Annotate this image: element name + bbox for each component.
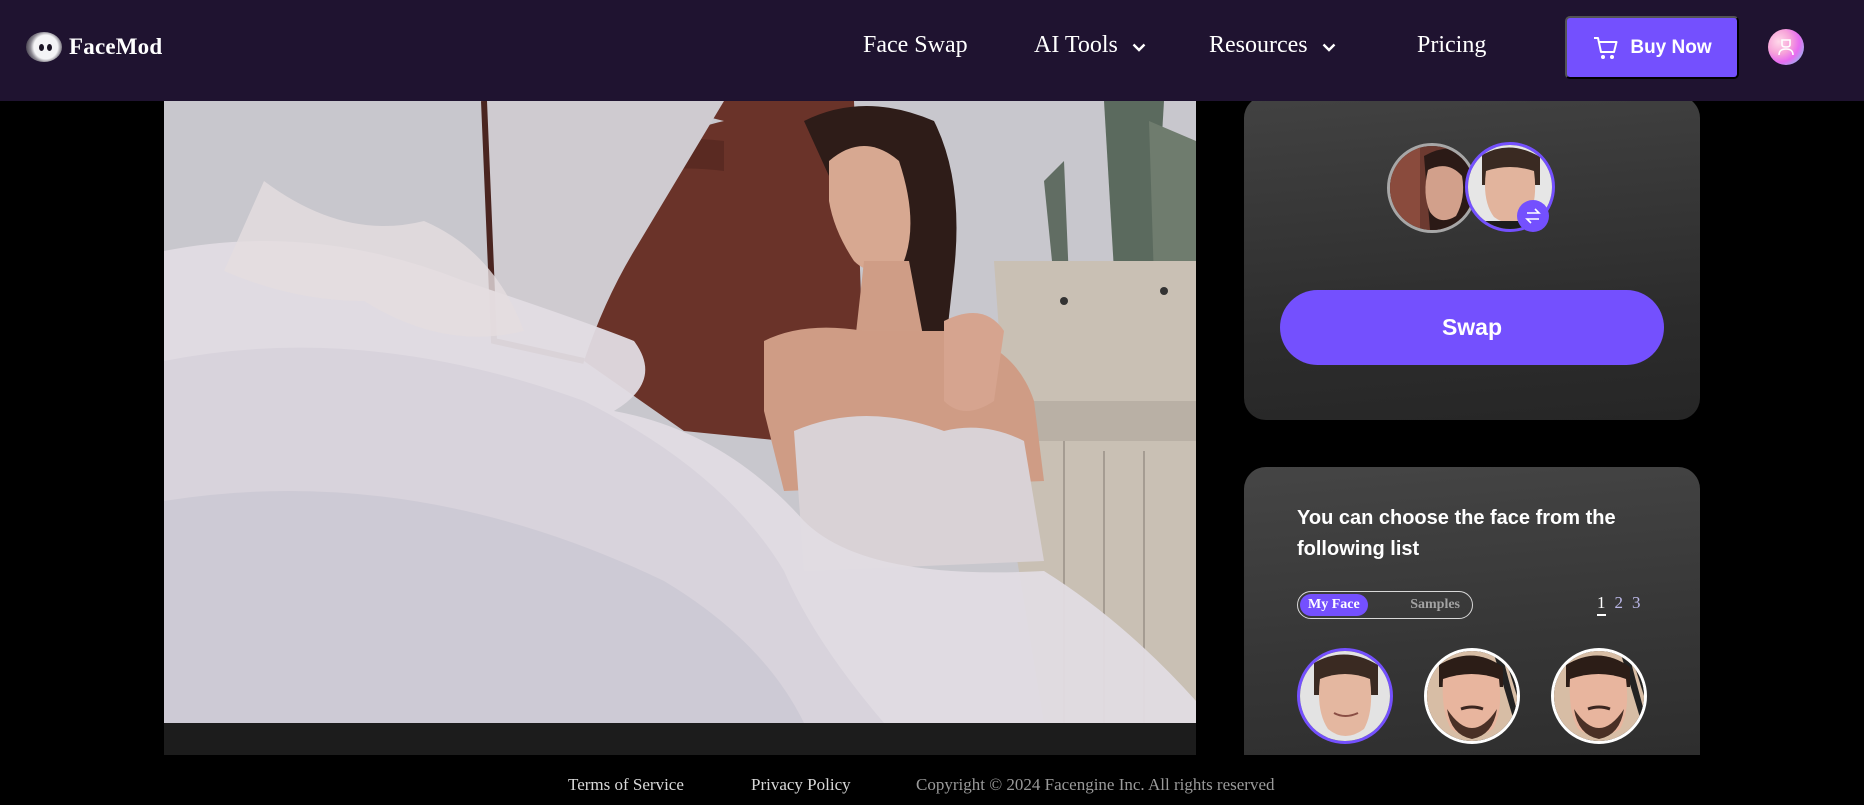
photo-preview-area — [164, 101, 1196, 755]
page-2-link[interactable]: 2 — [1615, 593, 1624, 616]
face-option-image — [1427, 651, 1517, 741]
nav-face-swap-label: Face Swap — [863, 32, 968, 58]
uploaded-photo — [164, 101, 1196, 723]
source-face-thumbnail[interactable] — [1387, 143, 1477, 233]
terms-of-service-link[interactable]: Terms of Service — [568, 775, 684, 795]
nav-pricing[interactable]: Pricing — [1417, 32, 1486, 59]
nav-ai-tools-label: AI Tools — [1034, 32, 1118, 58]
face-option-image — [1300, 651, 1390, 741]
cart-icon — [1594, 36, 1618, 59]
photo-illustration — [164, 101, 1196, 723]
swap-card: Swap — [1244, 96, 1700, 420]
nav-face-swap[interactable]: Face Swap — [863, 32, 968, 59]
nav-resources[interactable]: Resources — [1209, 32, 1336, 59]
buy-now-button[interactable]: Buy Now — [1565, 16, 1739, 79]
swap-direction-button[interactable] — [1517, 200, 1549, 232]
swap-button[interactable]: Swap — [1280, 290, 1664, 365]
face-option-image — [1554, 651, 1644, 741]
face-list-card: You can choose the face from the followi… — [1244, 467, 1700, 755]
user-avatar-button[interactable] — [1768, 29, 1804, 65]
face-list-title: You can choose the face from the followi… — [1297, 507, 1616, 560]
facemod-logo-icon — [26, 32, 62, 62]
page-1-link[interactable]: 1 — [1597, 593, 1606, 616]
brand-name: FaceMod — [69, 34, 163, 59]
copyright-text: Copyright © 2024 Facengine Inc. All righ… — [916, 775, 1275, 794]
face-source-toggle: My Face Samples — [1297, 591, 1473, 619]
nav-resources-label: Resources — [1209, 32, 1308, 58]
nav-ai-tools[interactable]: AI Tools — [1034, 32, 1146, 59]
swap-arrows-icon — [1525, 208, 1541, 224]
user-avatar-icon — [1778, 39, 1794, 56]
source-face-image — [1390, 146, 1474, 230]
brand-logo-link[interactable]: FaceMod — [26, 32, 162, 62]
chevron-down-icon — [1322, 43, 1335, 52]
tab-samples[interactable]: Samples — [1402, 594, 1470, 616]
tab-my-face[interactable]: My Face — [1300, 594, 1368, 616]
page-3-link[interactable]: 3 — [1632, 593, 1641, 616]
face-options — [1297, 648, 1647, 744]
face-option-2[interactable] — [1424, 648, 1520, 744]
nav-pricing-label: Pricing — [1417, 32, 1487, 58]
chevron-down-icon — [1132, 43, 1146, 52]
buy-now-label: Buy Now — [1630, 36, 1712, 58]
privacy-policy-link[interactable]: Privacy Policy — [751, 775, 851, 795]
face-option-1[interactable] — [1297, 648, 1393, 744]
swap-face-pair — [1387, 142, 1557, 234]
face-list-pagination: 1 2 3 — [1597, 593, 1641, 616]
top-nav-bar: FaceMod Face Swap AI Tools Resources Pri… — [0, 0, 1864, 101]
face-option-3[interactable] — [1551, 648, 1647, 744]
